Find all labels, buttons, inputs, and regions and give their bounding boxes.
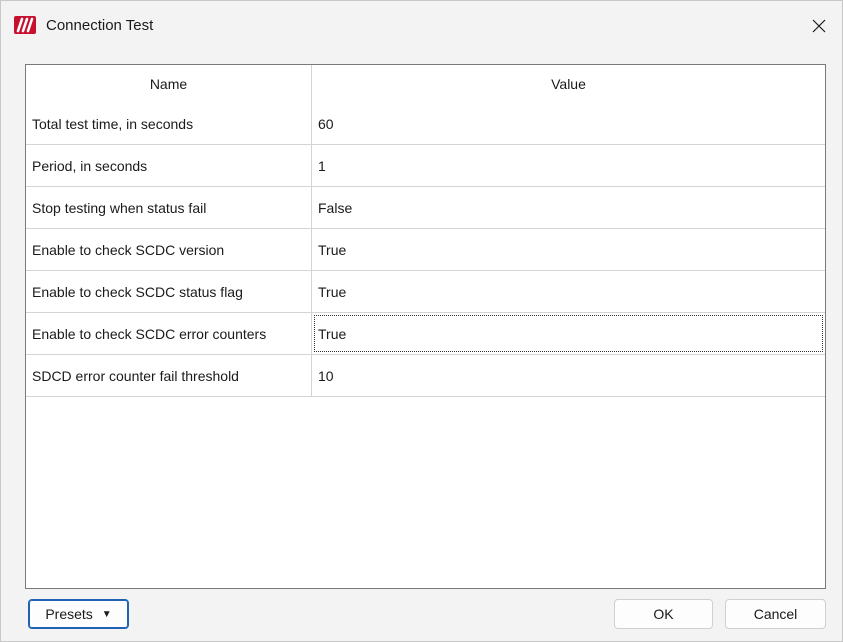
property-name: Enable to check SCDC error counters [26, 313, 312, 354]
property-value[interactable]: True [312, 271, 825, 312]
presets-dropdown-button[interactable]: Presets ▼ [28, 599, 129, 629]
property-value[interactable]: 1 [312, 145, 825, 186]
table-row[interactable]: Total test time, in seconds 60 [26, 103, 825, 145]
close-icon [812, 19, 826, 33]
property-grid[interactable]: Name Value Total test time, in seconds 6… [25, 64, 826, 589]
column-header-name[interactable]: Name [26, 65, 312, 103]
table-row[interactable]: Stop testing when status fail False [26, 187, 825, 229]
table-row[interactable]: SDCD error counter fail threshold 10 [26, 355, 825, 397]
grid-body: Total test time, in seconds 60 Period, i… [26, 103, 825, 397]
property-value[interactable]: True [312, 313, 825, 354]
table-row[interactable]: Enable to check SCDC version True [26, 229, 825, 271]
property-name: Enable to check SCDC status flag [26, 271, 312, 312]
table-row[interactable]: Period, in seconds 1 [26, 145, 825, 187]
window-title: Connection Test [46, 17, 154, 34]
property-value[interactable]: 60 [312, 103, 825, 144]
close-button[interactable] [796, 1, 842, 51]
property-name: Enable to check SCDC version [26, 229, 312, 270]
connection-test-dialog: Connection Test Name Value Total test ti… [0, 0, 843, 642]
title-bar: Connection Test [1, 1, 842, 51]
table-row-selected[interactable]: Enable to check SCDC error counters True [26, 313, 825, 355]
property-value[interactable]: 10 [312, 355, 825, 396]
property-name: Stop testing when status fail [26, 187, 312, 228]
property-name: SDCD error counter fail threshold [26, 355, 312, 396]
app-logo-icon [14, 16, 36, 34]
property-name: Period, in seconds [26, 145, 312, 186]
table-row[interactable]: Enable to check SCDC status flag True [26, 271, 825, 313]
property-value[interactable]: True [312, 229, 825, 270]
cancel-button[interactable]: Cancel [725, 599, 826, 629]
chevron-down-icon: ▼ [101, 608, 112, 620]
column-header-value[interactable]: Value [312, 65, 825, 103]
grid-header: Name Value [26, 65, 825, 103]
property-name: Total test time, in seconds [26, 103, 312, 144]
ok-button[interactable]: OK [614, 599, 713, 629]
presets-label: Presets [45, 606, 93, 622]
property-value[interactable]: False [312, 187, 825, 228]
